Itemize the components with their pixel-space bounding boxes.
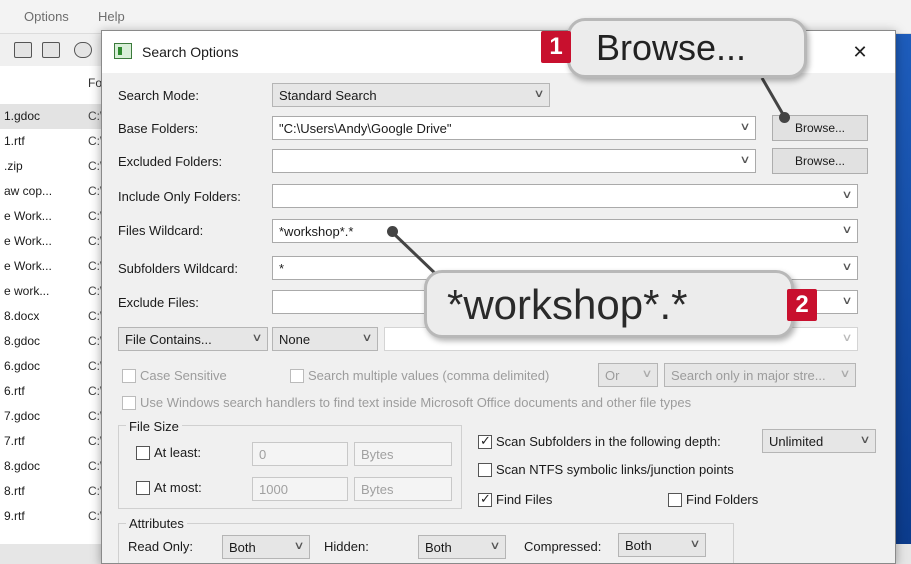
callout-browse-text: Browse... bbox=[596, 27, 747, 68]
callout-workshop: *workshop*.* bbox=[424, 270, 794, 338]
callout-workshop-text: *workshop*.* bbox=[447, 281, 688, 328]
callout-pointer-dot-2 bbox=[387, 226, 398, 237]
callout-badge-2: 2 bbox=[787, 289, 817, 321]
callout-pointer-dot-1 bbox=[779, 112, 790, 123]
leader-line-1 bbox=[760, 77, 786, 117]
callout-browse: Browse... bbox=[567, 18, 807, 78]
callout-badge-1: 1 bbox=[541, 31, 571, 63]
